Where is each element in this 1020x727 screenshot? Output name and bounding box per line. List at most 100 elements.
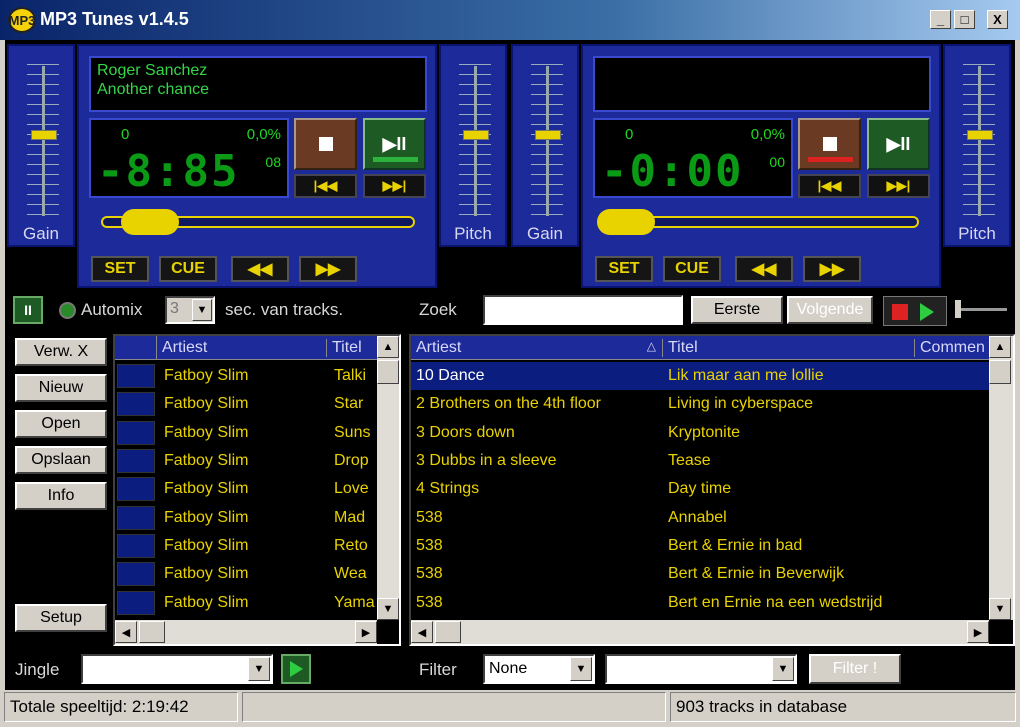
scroll-thumb[interactable] (989, 360, 1011, 384)
preview-stop-icon[interactable] (892, 304, 908, 320)
rewind-button-1[interactable]: ◀◀ (231, 256, 289, 282)
jingle-select[interactable]: ▼ (81, 654, 273, 684)
header-db-comment[interactable]: Commen (915, 339, 989, 357)
pitch-knob-1[interactable] (463, 130, 489, 140)
next-track-button-2[interactable]: ▶▶| (867, 174, 930, 198)
maximize-button[interactable]: □ (954, 10, 975, 29)
header-db-title[interactable]: Titel (663, 338, 915, 357)
row-select-cell[interactable] (117, 449, 155, 474)
header-title[interactable]: Titel (327, 339, 375, 357)
set-button-1[interactable]: SET (91, 256, 149, 282)
chevron-down-icon[interactable]: ▼ (570, 657, 592, 681)
chevron-down-icon[interactable]: ▼ (772, 657, 794, 681)
gain-knob-2[interactable] (535, 130, 561, 140)
table-row[interactable]: 538 Bert & Ernie in Beverwijk (411, 560, 989, 588)
minimize-button[interactable]: _ (930, 10, 951, 29)
search-input[interactable] (483, 295, 683, 325)
scroll-up-icon[interactable]: ▲ (989, 336, 1011, 358)
table-row[interactable]: 538 Bert en Ernie na een wedstrijd (411, 588, 989, 616)
gain-fader-2[interactable]: Gain (511, 44, 579, 247)
chevron-down-icon[interactable]: ▼ (192, 299, 212, 321)
close-button[interactable]: X (987, 10, 1008, 29)
table-row[interactable]: Fatboy Slim Wea (115, 560, 377, 588)
gain-knob-1[interactable] (31, 130, 57, 140)
filter-select[interactable]: None ▼ (483, 654, 595, 684)
table-row[interactable]: Fatboy Slim Star (115, 390, 377, 418)
table-row[interactable]: Fatboy Slim Drop (115, 447, 377, 475)
gain-fader-1[interactable]: Gain (7, 44, 75, 247)
playlist-vscroll[interactable]: ▲ ▼ (377, 336, 399, 620)
play-pause-button-2[interactable]: ▶II (867, 118, 930, 170)
row-select-cell[interactable] (117, 392, 155, 417)
scroll-right-icon[interactable]: ▶ (355, 621, 377, 643)
hscroll-thumb[interactable] (139, 621, 165, 643)
table-row[interactable]: 4 Strings Day time (411, 475, 989, 503)
filter-field-select[interactable]: ▼ (605, 654, 797, 684)
pitch-fader-2[interactable]: Pitch (943, 44, 1011, 247)
header-db-artist[interactable]: Artiest △ (411, 338, 663, 357)
open-button[interactable]: Open (15, 410, 107, 438)
preview-volume-knob[interactable] (955, 300, 961, 318)
database-vscroll[interactable]: ▲ ▼ (989, 336, 1013, 620)
automix-seconds-select[interactable]: 3 ▼ (165, 296, 215, 324)
position-knob-1[interactable] (121, 209, 179, 235)
scroll-up-icon[interactable]: ▲ (377, 336, 399, 358)
scroll-down-icon[interactable]: ▼ (989, 598, 1011, 620)
scroll-thumb[interactable] (377, 360, 399, 384)
table-row[interactable]: 2 Brothers on the 4th floor Living in cyb… (411, 390, 989, 418)
info-button[interactable]: Info (15, 482, 107, 510)
fast-forward-button-2[interactable]: ▶▶ (803, 256, 861, 282)
automix-led-icon[interactable] (59, 302, 76, 319)
preview-play-icon[interactable] (920, 303, 934, 321)
scroll-left-icon[interactable]: ◀ (411, 621, 433, 643)
row-select-cell[interactable] (117, 562, 155, 587)
table-row[interactable]: Fatboy Slim Love (115, 475, 377, 503)
table-row[interactable]: Fatboy Slim Mad (115, 503, 377, 531)
playlist-hscroll[interactable]: ◀ ▶ (115, 620, 377, 644)
table-row[interactable]: 3 Doors down Kryptonite (411, 419, 989, 447)
save-button[interactable]: Opslaan (15, 446, 107, 474)
prev-track-button-2[interactable]: |◀◀ (798, 174, 861, 198)
table-row[interactable]: Fatboy Slim Talki (115, 362, 377, 390)
position-knob-2[interactable] (597, 209, 655, 235)
apply-filter-button[interactable]: Filter ! (809, 654, 901, 684)
first-button[interactable]: Eerste (691, 296, 783, 324)
row-select-cell[interactable] (117, 364, 155, 389)
scroll-right-icon[interactable]: ▶ (967, 621, 989, 643)
pitch-fader-1[interactable]: Pitch (439, 44, 507, 247)
setup-button[interactable]: Setup (15, 604, 107, 632)
table-row[interactable]: Fatboy Slim Suns (115, 419, 377, 447)
jingle-play-button[interactable] (281, 654, 311, 684)
stop-button-1[interactable] (294, 118, 357, 170)
prev-track-button-1[interactable]: |◀◀ (294, 174, 357, 198)
row-select-cell[interactable] (117, 420, 155, 445)
database-hscroll[interactable]: ◀ ▶ (411, 620, 989, 644)
hscroll-thumb[interactable] (435, 621, 461, 643)
row-select-cell[interactable] (117, 590, 155, 615)
table-row[interactable]: 538 Bert & Ernie in bad (411, 532, 989, 560)
chevron-down-icon[interactable]: ▼ (248, 657, 270, 681)
new-button[interactable]: Nieuw (15, 374, 107, 402)
cue-button-1[interactable]: CUE (159, 256, 217, 282)
rewind-button-2[interactable]: ◀◀ (735, 256, 793, 282)
table-row[interactable]: 538 Annabel (411, 503, 989, 531)
table-row[interactable]: Fatboy Slim Reto (115, 532, 377, 560)
fast-forward-button-1[interactable]: ▶▶ (299, 256, 357, 282)
stop-button-2[interactable] (798, 118, 861, 170)
scroll-left-icon[interactable]: ◀ (115, 621, 137, 643)
row-select-cell[interactable] (117, 477, 155, 502)
table-row[interactable]: 10 Dance Lik maar aan me lollie (411, 362, 989, 391)
row-select-cell[interactable] (117, 505, 155, 530)
cue-button-2[interactable]: CUE (663, 256, 721, 282)
scroll-down-icon[interactable]: ▼ (377, 598, 399, 620)
set-button-2[interactable]: SET (595, 256, 653, 282)
header-artist[interactable]: Artiest (157, 338, 327, 357)
pitch-knob-2[interactable] (967, 130, 993, 140)
table-row[interactable]: 3 Dubbs in a sleeve Tease (411, 447, 989, 475)
next-match-button[interactable]: Volgende (787, 296, 873, 324)
table-row[interactable]: Fatboy Slim Yama (115, 588, 377, 616)
preview-volume-slider[interactable] (955, 308, 1007, 311)
automix-pause-button[interactable]: II (13, 296, 43, 324)
play-pause-button-1[interactable]: ▶II (363, 118, 426, 170)
remove-button[interactable]: Verw. X (15, 338, 107, 366)
